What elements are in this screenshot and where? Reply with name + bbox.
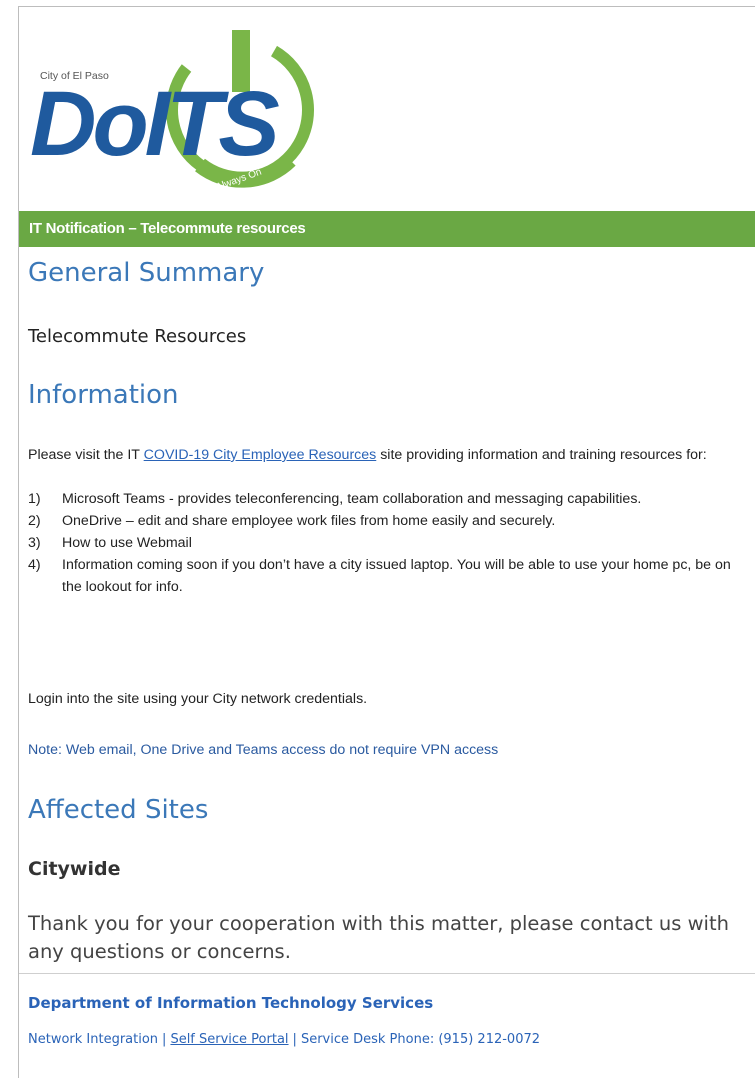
resource-list: 1) Microsoft Teams - provides teleconfer… xyxy=(28,488,748,598)
information-heading: Information xyxy=(28,380,179,410)
footer-links: Network Integration | Self Service Portal |… xyxy=(28,1032,540,1047)
footer-department: Department of Information Technology Ser… xyxy=(28,994,434,1012)
intro-prefix: Please visit the IT xyxy=(28,447,144,463)
list-item: 2) OneDrive – edit and share employee wo… xyxy=(28,510,748,532)
list-item-text: Microsoft Teams - provides teleconferenc… xyxy=(62,491,642,507)
logo-wordmark: DoITS xyxy=(30,73,280,175)
covid-resources-link[interactable]: COVID-19 City Employee Resources xyxy=(144,447,377,463)
general-summary-text: Telecommute Resources xyxy=(28,326,247,347)
list-item-text: Information coming soon if you don’t hav… xyxy=(62,557,731,595)
thanks-text: Thank you for your cooperation with this… xyxy=(28,912,729,963)
list-item-number: 1) xyxy=(28,491,41,507)
login-instructions: Login into the site using your City netw… xyxy=(28,691,368,707)
footer-divider xyxy=(19,973,755,974)
intro-suffix: site providing information and training … xyxy=(376,447,707,463)
vpn-note: Note: Web email, One Drive and Teams acc… xyxy=(28,742,499,758)
list-item-text: OneDrive – edit and share employee work … xyxy=(62,513,556,529)
doits-logo: Always On City of El Paso DoITS xyxy=(30,30,320,200)
list-item-number: 3) xyxy=(28,535,41,551)
list-item: 4) Information coming soon if you don’t … xyxy=(28,554,748,598)
self-service-portal-link[interactable]: Self Service Portal xyxy=(170,1032,288,1047)
list-item: 1) Microsoft Teams - provides teleconfer… xyxy=(28,488,748,510)
general-summary-heading: General Summary xyxy=(28,258,265,288)
network-integration-text: Network Integration xyxy=(28,1032,159,1047)
service-desk-phone: Service Desk Phone: (915) 212-0072 xyxy=(300,1032,541,1047)
affected-sites-value: Citywide xyxy=(28,858,121,880)
list-item-text: How to use Webmail xyxy=(62,535,192,551)
list-item: 3) How to use Webmail xyxy=(28,532,748,554)
footer-separator: | xyxy=(162,1032,167,1047)
list-item-number: 4) xyxy=(28,557,41,573)
affected-sites-heading: Affected Sites xyxy=(28,795,209,825)
information-intro: Please visit the IT COVID-19 City Employ… xyxy=(28,444,748,466)
notification-banner: IT Notification – Telecommute resources xyxy=(19,211,755,247)
list-item-number: 2) xyxy=(28,513,41,529)
footer-separator: | xyxy=(292,1032,297,1047)
